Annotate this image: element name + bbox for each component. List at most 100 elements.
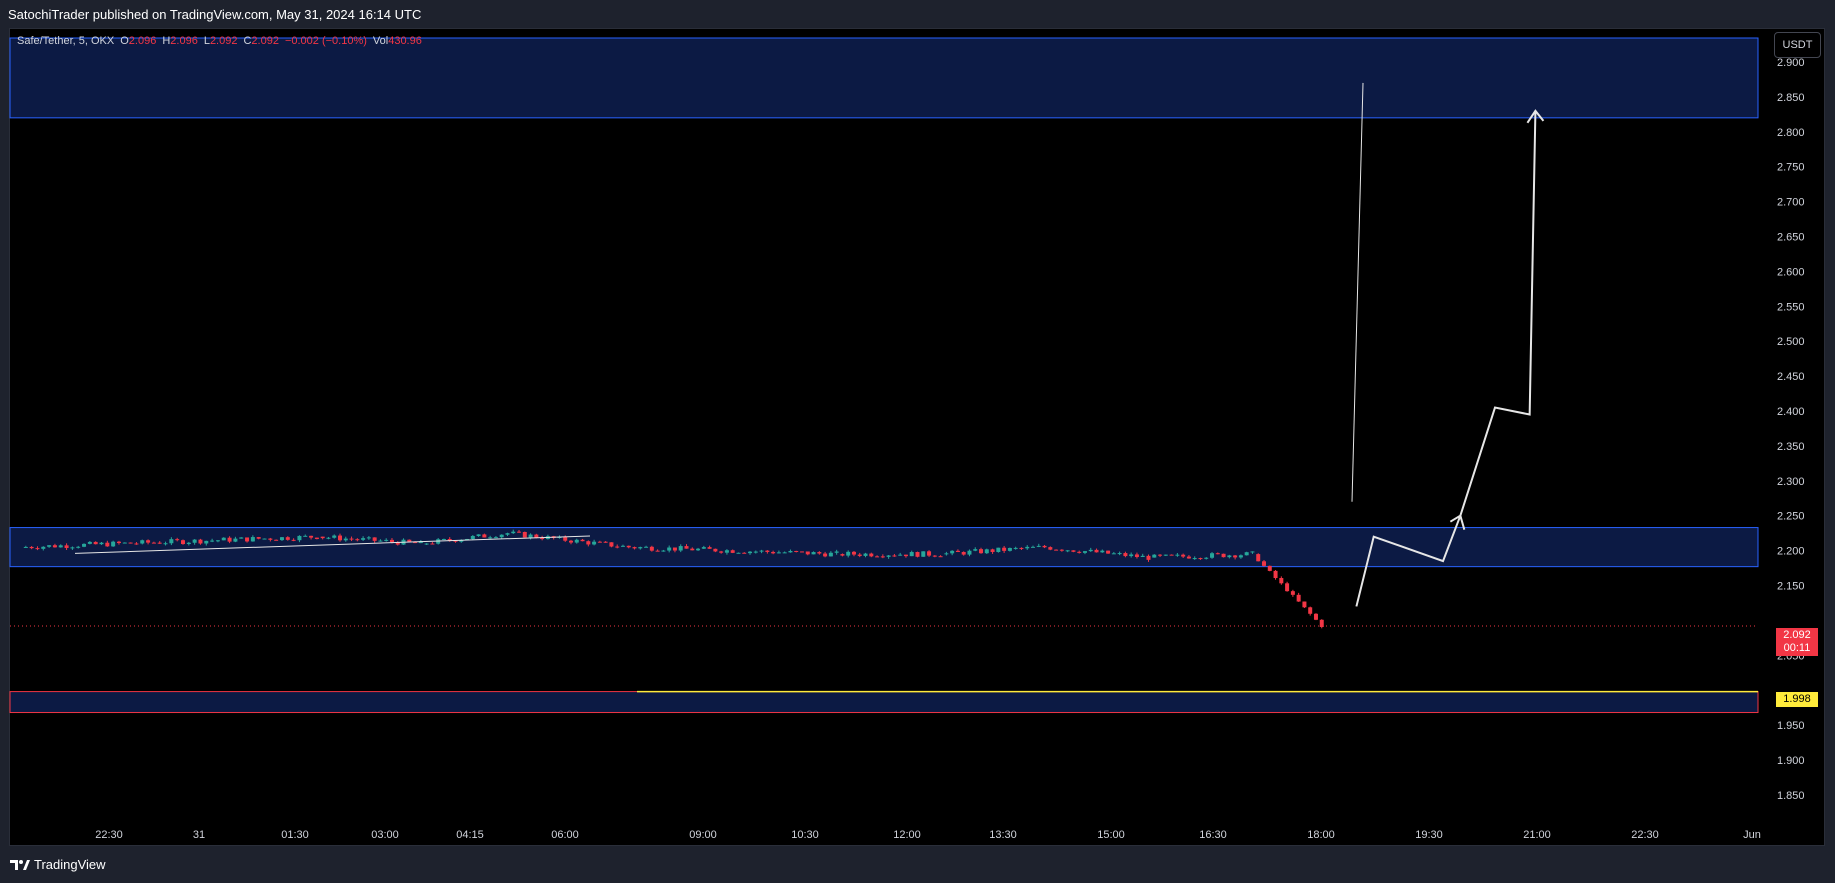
candle-body	[291, 539, 296, 541]
candle-body	[823, 553, 828, 557]
candle-body	[753, 551, 758, 553]
vol-value: 430.96	[388, 35, 422, 47]
candle-body	[1042, 545, 1047, 548]
candle-body	[1267, 565, 1272, 571]
candle-body	[1013, 547, 1018, 549]
time-axis-label: 22:30	[1631, 829, 1659, 841]
price-axis-label: 2.700	[1777, 197, 1805, 209]
candle-body	[615, 546, 620, 548]
candle-body	[817, 552, 822, 554]
support-zone	[9, 691, 1759, 714]
price-axis-label: 2.150	[1777, 581, 1805, 593]
candle-body	[655, 550, 660, 552]
candle-body	[343, 538, 348, 541]
candle-body	[1302, 601, 1307, 608]
candle-body	[105, 542, 110, 547]
candle-body	[175, 539, 180, 541]
candle-body	[667, 547, 672, 551]
candle-body	[736, 552, 741, 554]
candle-body	[592, 541, 597, 545]
candle-body	[1117, 553, 1122, 555]
price-axis-label: 1.900	[1777, 755, 1805, 767]
candle-body	[215, 540, 220, 542]
time-axis-label: 19:30	[1415, 829, 1443, 841]
price-axis-label: 2.600	[1777, 266, 1805, 278]
candle-body	[1048, 547, 1053, 550]
candle-body	[574, 539, 579, 543]
time-axis-label: 01:30	[281, 829, 309, 841]
open-label: O	[120, 35, 129, 47]
candlestick-chart[interactable]: 2.900 2.850 2.800 2.750 2.700 2.650 2.600 2.550…	[0, 0, 1835, 883]
candle-body	[320, 536, 325, 539]
candle-body	[984, 549, 989, 554]
price-axis-label: 2.250	[1777, 511, 1805, 523]
tradingview-logo[interactable]: TradingView	[10, 857, 106, 872]
candle-body	[256, 537, 261, 539]
candle-body	[441, 538, 446, 540]
price-axis-label: 2.350	[1777, 441, 1805, 453]
candle-body	[64, 545, 69, 548]
candle-body	[349, 538, 354, 540]
candle-body	[1054, 549, 1059, 551]
candle-body	[626, 545, 631, 548]
candle-body	[788, 550, 793, 553]
candle-body	[1059, 549, 1064, 551]
low-value: 2.092	[209, 35, 238, 47]
candle-body	[1002, 547, 1007, 551]
candle-body	[314, 537, 319, 539]
candle-body	[1071, 550, 1076, 552]
candle-body	[111, 541, 116, 547]
candle-body	[134, 543, 139, 545]
candle-body	[522, 531, 527, 538]
candle-body	[759, 550, 764, 552]
candle-body	[898, 554, 903, 556]
high-value: 2.096	[170, 35, 198, 47]
candle-body	[169, 539, 174, 544]
candle-body	[1198, 558, 1203, 560]
time-axis-label: 10:30	[791, 829, 819, 841]
tradingview-logo-icon	[10, 859, 30, 870]
time-axis-label: 13:30	[989, 829, 1017, 841]
candle-body	[990, 549, 995, 552]
open-value: 2.096	[128, 35, 157, 47]
symbol-label[interactable]: Safe/Tether, 5, OKX	[17, 35, 114, 47]
candle-body	[771, 551, 776, 554]
candle-body	[1134, 554, 1139, 557]
candle-body	[285, 537, 290, 540]
candle-body	[76, 546, 81, 548]
candle-body	[221, 537, 226, 541]
time-axis-label: 21:00	[1523, 829, 1551, 841]
candle-body	[1100, 550, 1105, 553]
candle-body	[1175, 554, 1180, 556]
candle-body	[204, 540, 209, 544]
candle-body	[967, 550, 972, 555]
resistance-zone	[9, 37, 1759, 119]
candle-body	[805, 551, 810, 555]
candle-body	[1140, 555, 1145, 557]
currency-unit-button[interactable]: USDT	[1774, 32, 1821, 58]
close-value: 2.092	[251, 35, 279, 47]
tradingview-brand: TradingView	[34, 857, 106, 872]
candle-body	[41, 546, 46, 549]
price-axis-label: 2.750	[1777, 162, 1805, 174]
candle-body	[1111, 553, 1116, 555]
candle-body	[528, 534, 533, 538]
ohlc-legend: Safe/Tether, 5, OKX O2.096 H2.096 L2.092…	[17, 35, 422, 47]
candle-body	[116, 541, 121, 544]
candle-body	[1250, 551, 1255, 553]
candle-body	[181, 540, 186, 545]
candle-body	[274, 539, 279, 541]
time-axis-label: 31	[193, 829, 205, 841]
candle-body	[927, 551, 932, 556]
candle-body	[227, 537, 232, 542]
candle-body	[672, 547, 677, 551]
candle-body	[1094, 549, 1099, 553]
candle-body	[23, 546, 28, 548]
candle-body	[384, 539, 389, 541]
candle-body	[782, 552, 787, 554]
candle-body	[875, 556, 880, 558]
price-axis-label: 2.200	[1777, 546, 1805, 558]
vol-label: Vol	[372, 35, 389, 47]
candle-body	[372, 537, 377, 541]
candle-body	[794, 550, 799, 552]
